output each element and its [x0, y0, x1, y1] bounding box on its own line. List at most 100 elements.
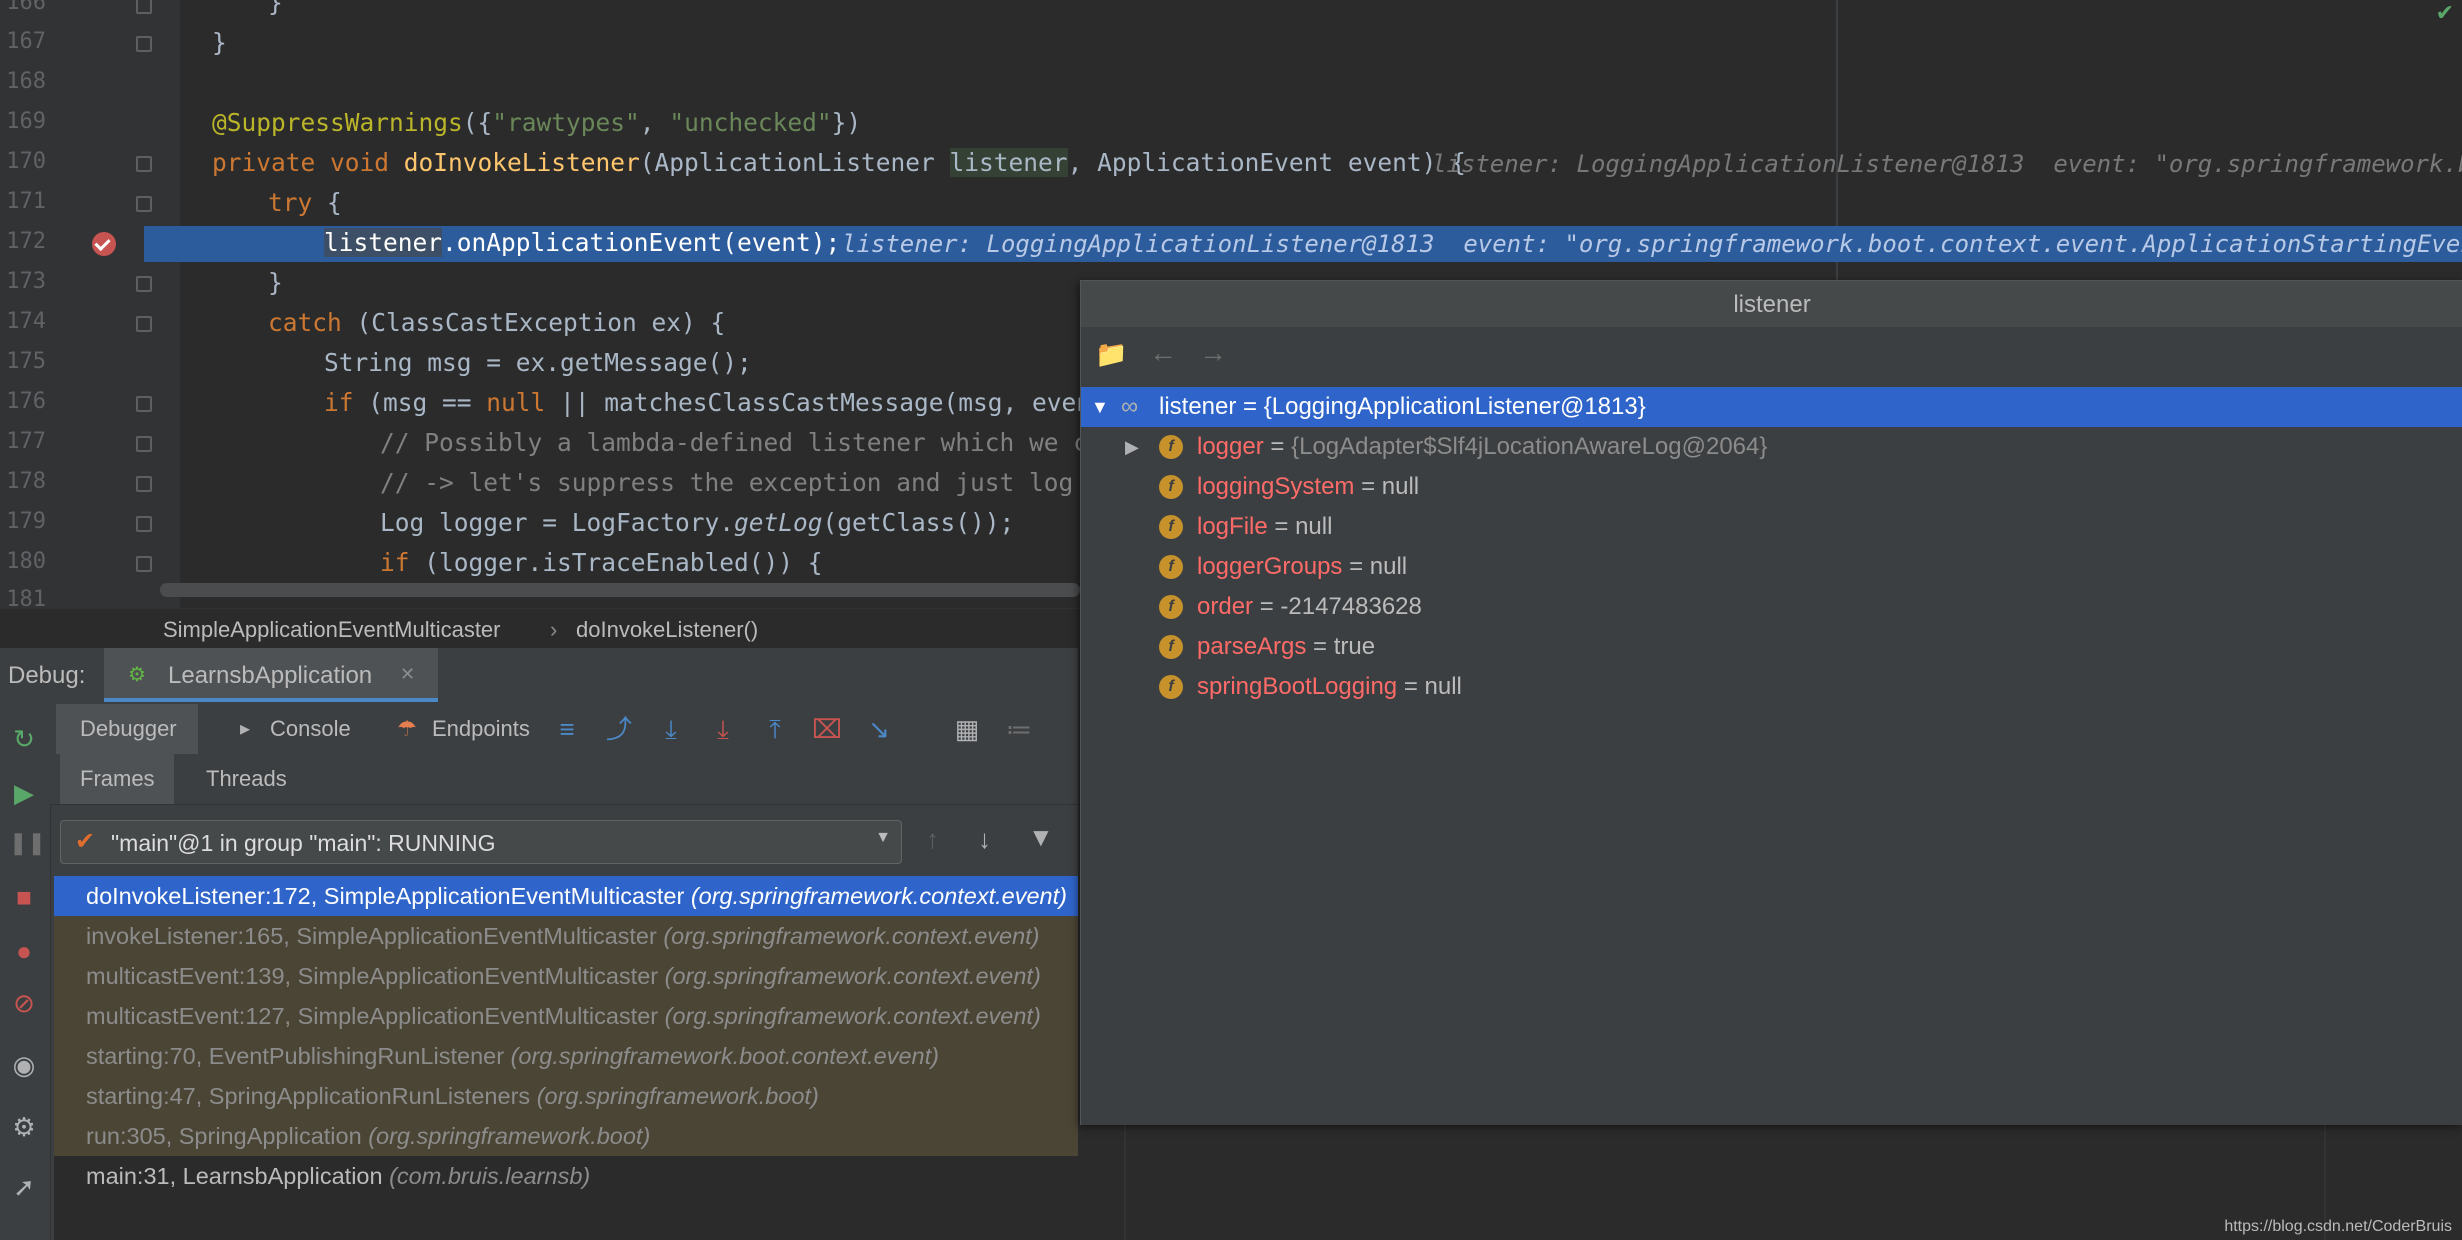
code-line[interactable]: if (msg == null || matchesClassCastMessa…: [324, 388, 1121, 417]
fold-marker-icon[interactable]: [136, 476, 152, 492]
tree-row[interactable]: ▶ f logger = {LogAdapter$Slf4jLocationAw…: [1081, 427, 2462, 467]
fold-marker-icon[interactable]: [136, 556, 152, 572]
code-token: }): [831, 108, 862, 137]
code-line[interactable]: Log logger = LogFactory.getLog(getClass(…: [380, 508, 1014, 537]
fold-marker-icon[interactable]: [136, 436, 152, 452]
tree-row[interactable]: f parseArgs = true: [1081, 627, 2462, 667]
breadcrumb-method[interactable]: doInvokeListener(): [576, 617, 758, 643]
code-comment[interactable]: // -> let's suppress the exception and j…: [380, 468, 1103, 497]
rerun-icon[interactable]: ↻: [9, 724, 39, 754]
pin-icon[interactable]: ➚: [9, 1172, 39, 1202]
step-over-icon[interactable]: ⤴: [604, 714, 634, 744]
back-arrow-icon[interactable]: ←: [1149, 337, 1177, 369]
editor-horizontal-scrollbar[interactable]: [160, 583, 1080, 597]
line-number: 171: [6, 189, 46, 214]
console-icon: ▸: [239, 718, 251, 740]
frame-row[interactable]: multicastEvent:127, SimpleApplicationEve…: [54, 996, 1078, 1036]
pause-icon[interactable]: ❚❚: [9, 828, 46, 858]
tab-debugger[interactable]: Debugger: [56, 704, 198, 754]
frame-package: (org.springframework.context.event): [664, 1003, 1041, 1029]
tree-row[interactable]: f springBootLogging = null: [1081, 667, 2462, 707]
fold-marker-icon[interactable]: [136, 396, 152, 412]
code-line[interactable]: catch (ClassCastException ex) {: [268, 308, 725, 337]
variable-tree: ▼ ∞ listener = {LoggingApplicationListen…: [1081, 387, 2462, 1125]
view-breakpoints-icon[interactable]: ●: [9, 936, 39, 966]
code-line-current[interactable]: listener.onApplicationEvent(event);: [324, 228, 840, 257]
line-number: 177: [6, 429, 46, 454]
tree-row[interactable]: f loggerGroups = null: [1081, 547, 2462, 587]
frame-method: run:305, SpringApplication: [86, 1123, 369, 1149]
code-comment[interactable]: // Possibly a lambda-defined listener wh…: [380, 428, 1118, 457]
tree-row[interactable]: f logFile = null: [1081, 507, 2462, 547]
code-line[interactable]: }: [212, 28, 227, 57]
run-to-cursor-icon[interactable]: ↘: [864, 714, 894, 744]
breakpoint-icon[interactable]: [92, 232, 116, 256]
tree-row-root[interactable]: ▼ ∞ listener = {LoggingApplicationListen…: [1081, 387, 2462, 427]
fold-marker-icon[interactable]: [136, 0, 152, 14]
line-number: 180: [6, 549, 46, 574]
fold-marker-icon[interactable]: [136, 156, 152, 172]
trace-stream-icon[interactable]: ≔: [1004, 714, 1034, 744]
code-line[interactable]: }: [268, 0, 283, 17]
code-line[interactable]: }: [268, 268, 283, 297]
breadcrumb-separator: ›: [550, 617, 558, 642]
tab-frames[interactable]: Frames: [60, 754, 174, 804]
frame-row[interactable]: starting:47, SpringApplicationRunListene…: [54, 1076, 1078, 1116]
evaluate-expression-icon[interactable]: ▦: [952, 714, 982, 744]
next-frame-icon[interactable]: ↓: [978, 824, 991, 855]
fold-marker-icon[interactable]: [136, 276, 152, 292]
line-number: 172: [6, 229, 46, 254]
collapse-arrow-icon[interactable]: ▶: [1125, 427, 1139, 467]
debug-toolbar: Debugger ▸ Console ☂ Endpoints ≡ ⤴ ⤓ ⤓ ⤒…: [50, 704, 1078, 755]
breadcrumb-class[interactable]: SimpleApplicationEventMulticaster: [163, 617, 501, 643]
popup-title-bar[interactable]: listener: [1081, 281, 2462, 328]
fold-marker-icon[interactable]: [136, 516, 152, 532]
frame-row[interactable]: invokeListener:165, SimpleApplicationEve…: [54, 916, 1078, 956]
tree-row[interactable]: f order = -2147483628: [1081, 587, 2462, 627]
field-entry: parseArgs = true: [1197, 627, 1375, 667]
frame-package: (org.springframework.boot): [536, 1083, 819, 1109]
code-line[interactable]: String msg = ex.getMessage();: [324, 348, 752, 377]
code-line[interactable]: try {: [268, 188, 342, 217]
tree-row[interactable]: f loggingSystem = null: [1081, 467, 2462, 507]
fold-marker-icon[interactable]: [136, 316, 152, 332]
tab-debug-config[interactable]: ⚙ LearnsbApplication ✕: [104, 648, 438, 702]
step-out-icon[interactable]: ⤒: [760, 714, 790, 744]
tab-threads[interactable]: Threads: [206, 766, 287, 792]
tab-endpoints[interactable]: Endpoints: [432, 712, 530, 746]
filter-icon[interactable]: ▼: [1028, 822, 1054, 853]
frame-row[interactable]: multicastEvent:139, SimpleApplicationEve…: [54, 956, 1078, 996]
camera-icon[interactable]: ◉: [9, 1050, 39, 1080]
stop-icon[interactable]: ■: [9, 882, 39, 912]
fold-marker-icon[interactable]: [136, 196, 152, 212]
frame-row[interactable]: doInvokeListener:172, SimpleApplicationE…: [54, 876, 1078, 916]
code-line[interactable]: if (logger.isTraceEnabled()) {: [380, 548, 823, 577]
frame-row[interactable]: main:31, LearnsbApplication (com.bruis.l…: [54, 1156, 1078, 1196]
gear-icon[interactable]: ⚙: [9, 1112, 39, 1142]
thread-selector[interactable]: ✔ "main"@1 in group "main": RUNNING ▼: [60, 820, 902, 864]
fold-marker-icon[interactable]: [136, 36, 152, 52]
previous-frame-icon[interactable]: ↑: [926, 824, 939, 855]
field-icon: f: [1159, 635, 1183, 659]
code-token: , ApplicationEvent event) {: [1067, 148, 1466, 177]
frame-row[interactable]: starting:70, EventPublishingRunListener …: [54, 1036, 1078, 1076]
method-name-token: doInvokeListener: [403, 148, 640, 177]
field-eq: =: [1306, 633, 1334, 660]
step-into-icon[interactable]: ⤓: [656, 714, 686, 744]
code-line[interactable]: @SuppressWarnings({"rawtypes", "unchecke…: [212, 108, 861, 137]
field-icon: f: [1159, 435, 1183, 459]
force-step-into-icon[interactable]: ⤓: [708, 714, 738, 744]
close-icon[interactable]: ✕: [400, 664, 415, 685]
folder-icon[interactable]: 📁: [1095, 339, 1127, 370]
mute-breakpoints-icon[interactable]: ⊘: [9, 988, 39, 1018]
field-entry: loggingSystem = null: [1197, 467, 1419, 507]
code-line[interactable]: private void doInvokeListener(Applicatio…: [212, 148, 1466, 177]
show-execution-point-icon[interactable]: ≡: [552, 714, 582, 744]
forward-arrow-icon[interactable]: →: [1199, 337, 1227, 369]
field-eq: =: [1342, 553, 1370, 580]
resume-icon[interactable]: ▶: [9, 778, 39, 808]
drop-frame-icon[interactable]: ⌧: [812, 714, 842, 744]
frame-row[interactable]: run:305, SpringApplication (org.springfr…: [54, 1116, 1078, 1156]
tab-console[interactable]: Console: [270, 712, 351, 746]
expand-arrow-icon[interactable]: ▼: [1091, 387, 1109, 427]
